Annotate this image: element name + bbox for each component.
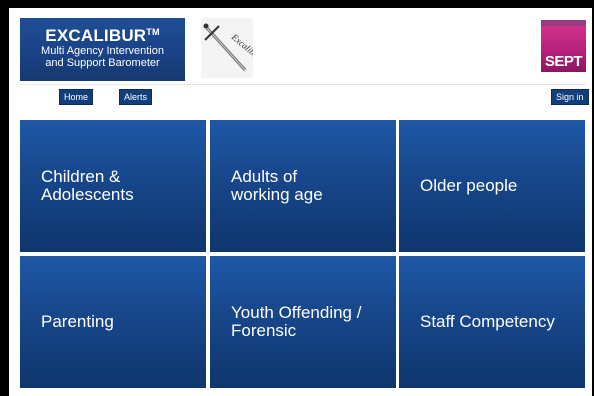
home-button[interactable]: Home — [59, 89, 94, 105]
header-divider — [20, 84, 586, 85]
tile-parenting[interactable]: Parenting — [20, 256, 206, 388]
alerts-button[interactable]: Alerts — [119, 89, 153, 105]
sept-logo: SEPT — [541, 20, 586, 72]
tile-staff-competency[interactable]: Staff Competency — [399, 256, 585, 388]
logo-title: EXCALIBURTM — [45, 26, 160, 45]
tile-older-people[interactable]: Older people — [399, 120, 585, 252]
tile-adults-working-age[interactable]: Adults of working age — [210, 120, 396, 252]
tile-label: Staff Competency — [420, 312, 555, 331]
logo-subtitle-line2: and Support Barometer — [45, 57, 160, 69]
tile-label: Youth Offending / Forensic — [231, 303, 362, 340]
sword-logo-icon: Excalibur — [201, 18, 253, 78]
tile-label: Children & Adolescents — [41, 167, 134, 204]
tile-youth-offending-forensic[interactable]: Youth Offending / Forensic — [210, 256, 396, 388]
page-frame: EXCALIBURTM Multi Agency Intervention an… — [9, 8, 592, 396]
excalibur-logo[interactable]: EXCALIBURTM Multi Agency Intervention an… — [20, 18, 185, 81]
sept-logo-text: SEPT — [544, 53, 583, 70]
logo-subtitle-line1: Multi Agency Intervention — [41, 45, 164, 57]
tile-children-adolescents[interactable]: Children & Adolescents — [20, 120, 206, 252]
tile-label: Adults of working age — [231, 167, 323, 204]
sign-in-button[interactable]: Sign in — [551, 89, 589, 105]
tile-label: Parenting — [41, 312, 114, 331]
tile-label: Older people — [420, 176, 518, 195]
